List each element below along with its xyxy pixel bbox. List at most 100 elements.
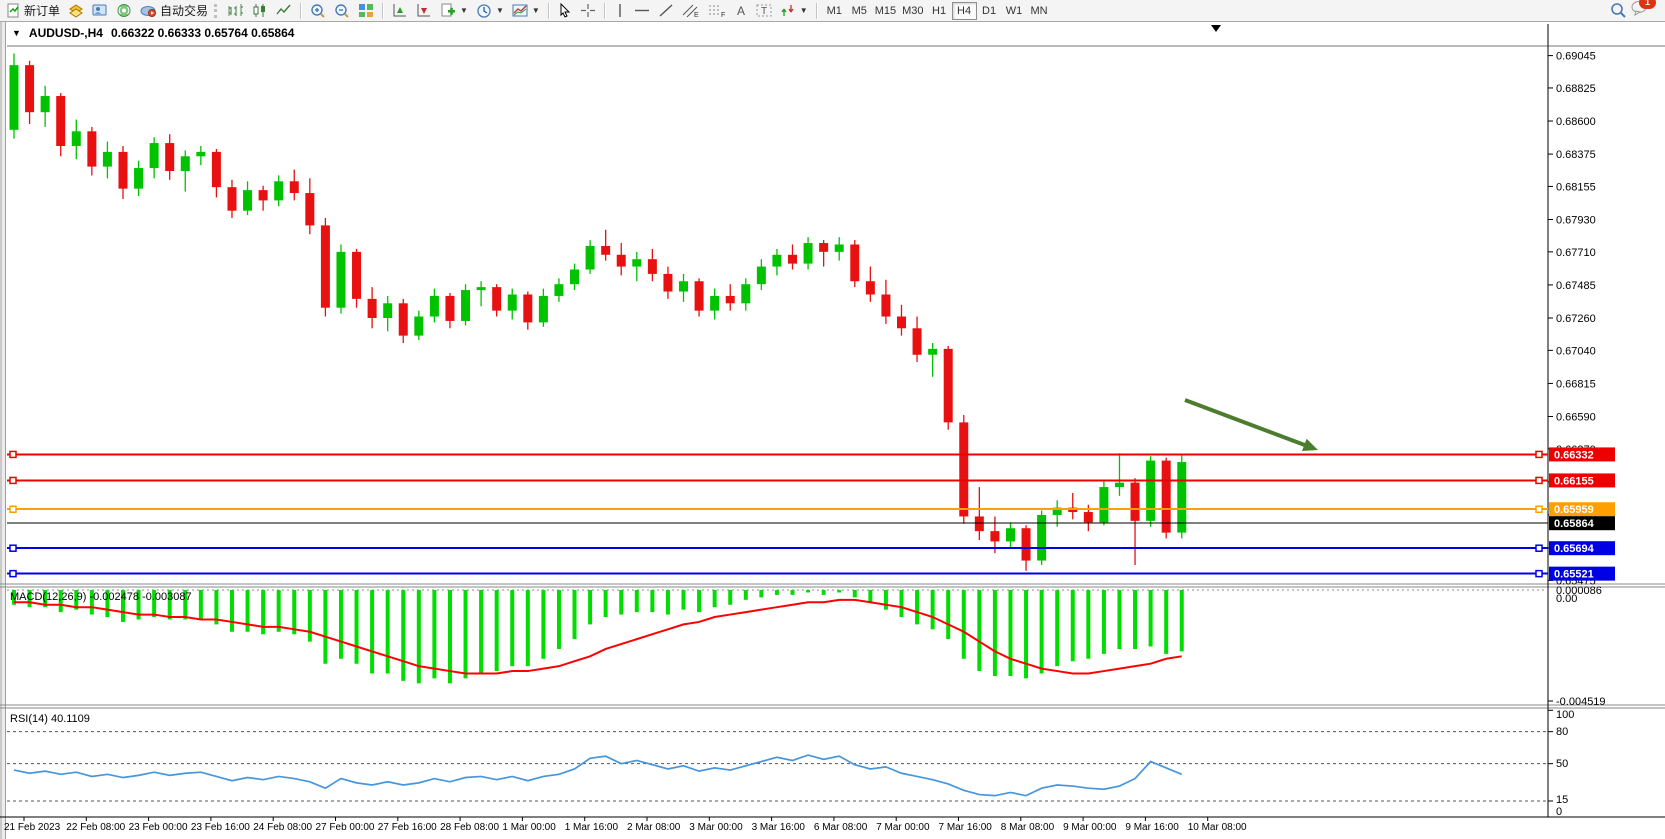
candle-body	[617, 255, 626, 267]
candle-body	[679, 281, 688, 291]
line-handle[interactable]	[10, 545, 16, 551]
signals-button[interactable]	[112, 1, 136, 21]
svg-text:0.00: 0.00	[1556, 593, 1577, 605]
indicator-window-down-button[interactable]	[412, 1, 436, 21]
candle-body	[383, 303, 392, 318]
timeframe-button-h4[interactable]: H4	[952, 2, 977, 20]
timeframe-button-mn[interactable]: MN	[1027, 2, 1052, 20]
price-tick-label: 0.68600	[1556, 116, 1596, 128]
cursor-tool-button[interactable]	[554, 1, 576, 21]
svg-text:0.65864: 0.65864	[1554, 518, 1595, 530]
line-handle[interactable]	[1536, 571, 1542, 577]
arrows-tool-dropdown[interactable]: ▼	[776, 1, 812, 21]
candle-body	[181, 156, 190, 171]
timeframe-button-d1[interactable]: D1	[977, 2, 1002, 20]
chart-candles-button[interactable]	[248, 1, 272, 21]
time-tick-label: 3 Mar 16:00	[752, 822, 806, 833]
search-icon[interactable]	[1606, 1, 1631, 21]
candle-body	[772, 255, 781, 267]
candle-body	[290, 181, 299, 193]
candle-body	[1146, 461, 1155, 521]
line-handle[interactable]	[1536, 545, 1542, 551]
candle-body	[305, 193, 314, 225]
timeframe-button-w1[interactable]: W1	[1002, 2, 1027, 20]
candle-body	[165, 143, 174, 171]
text-label-tool[interactable]: T	[752, 1, 776, 21]
vertical-line-tool[interactable]	[610, 1, 630, 21]
price-level-line[interactable]: 0.65521	[7, 567, 1615, 581]
line-handle[interactable]	[1536, 451, 1542, 457]
candle-body	[1084, 512, 1093, 522]
line-handle[interactable]	[10, 477, 16, 483]
templates-dropdown[interactable]: ▼	[508, 1, 544, 21]
chart-shift-marker[interactable]	[1211, 25, 1221, 32]
rsi-tick-label: 80	[1556, 726, 1568, 738]
timeframe-button-m1[interactable]: M1	[822, 2, 847, 20]
equidistant-channel-tool[interactable]: E	[678, 1, 704, 21]
market-watch-button[interactable]	[88, 1, 112, 21]
time-tick-label: 3 Mar 00:00	[689, 822, 743, 833]
price-level-line[interactable]: 0.66155	[7, 473, 1615, 487]
toolbar-grip	[214, 4, 220, 18]
time-axis[interactable]: 21 Feb 202322 Feb 08:0023 Feb 00:0023 Fe…	[0, 817, 1665, 833]
svg-text:0.65694: 0.65694	[1554, 543, 1595, 555]
line-handle[interactable]	[10, 571, 16, 577]
time-tick-label: 24 Feb 08:00	[253, 822, 312, 833]
splitter-macd[interactable]	[0, 584, 1665, 587]
line-handle[interactable]	[10, 451, 16, 457]
notification-badge: 1	[1639, 0, 1656, 9]
trend-arrow-annotation[interactable]	[1185, 400, 1318, 451]
time-tick-label: 9 Mar 16:00	[1125, 822, 1179, 833]
svg-text:T: T	[761, 6, 767, 17]
timeframe-button-h1[interactable]: H1	[927, 2, 952, 20]
macd-label: MACD(12,26,9) -0.002478 -0.003087	[10, 591, 192, 603]
text-tool[interactable]: A	[730, 1, 752, 21]
periods-dropdown[interactable]: ▼	[472, 1, 508, 21]
svg-text:F: F	[721, 12, 725, 18]
notifications-button[interactable]: 1	[1631, 0, 1649, 21]
new-order-button[interactable]: 新订单	[2, 1, 64, 21]
timeframe-button-m15[interactable]: M15	[872, 2, 899, 20]
line-handle[interactable]	[1536, 477, 1542, 483]
price-level-line[interactable]: 0.66332	[7, 447, 1615, 461]
candle-body	[601, 246, 610, 255]
line-handle[interactable]	[1536, 506, 1542, 512]
price-tick-label: 0.66815	[1556, 378, 1596, 390]
fibonacci-tool[interactable]: F	[704, 1, 730, 21]
chart-dropdown-icon[interactable]: ▼	[12, 28, 21, 38]
price-tick-label: 0.68155	[1556, 181, 1596, 193]
chart-canvas[interactable]: 0.690450.688250.686000.683750.681550.679…	[0, 22, 1665, 839]
splitter-rsi[interactable]	[0, 705, 1665, 708]
price-tick-label: 0.67710	[1556, 247, 1596, 259]
candle-body	[477, 287, 486, 290]
add-indicator-dropdown[interactable]: ▼	[436, 1, 472, 21]
horizontal-line-tool[interactable]	[630, 1, 654, 21]
zoom-out-button[interactable]	[330, 1, 354, 21]
price-tick-label: 0.68825	[1556, 83, 1596, 95]
price-level-line[interactable]: 0.65694	[7, 541, 1615, 555]
indicator-window-up-button[interactable]	[388, 1, 412, 21]
candle-body	[10, 65, 19, 130]
time-tick-label: 9 Mar 00:00	[1063, 822, 1117, 833]
trendline-tool[interactable]	[654, 1, 678, 21]
candle-body	[1006, 528, 1015, 541]
crosshair-tool-button[interactable]	[576, 1, 600, 21]
candle-body	[274, 181, 283, 200]
time-tick-label: 28 Feb 08:00	[440, 822, 499, 833]
zoom-in-button[interactable]	[306, 1, 330, 21]
svg-text:0.66332: 0.66332	[1554, 449, 1594, 461]
autotrading-button[interactable]: 自动交易	[136, 1, 212, 21]
line-handle[interactable]	[10, 506, 16, 512]
chart-bars-button[interactable]	[224, 1, 248, 21]
candle-body	[539, 296, 548, 322]
chart-line-button[interactable]	[272, 1, 296, 21]
timeframe-button-m30[interactable]: M30	[899, 2, 926, 20]
favorites-button[interactable]	[64, 1, 88, 21]
current-price-line[interactable]: 0.65864	[7, 516, 1615, 530]
rsi-tick-label: 50	[1556, 758, 1568, 770]
price-level-line[interactable]: 0.65959	[7, 502, 1615, 516]
timeframe-button-m5[interactable]: M5	[847, 2, 872, 20]
candle-body	[757, 267, 766, 285]
chart-symbol-label: AUDUSD-,H4	[29, 26, 103, 40]
tile-windows-button[interactable]	[354, 1, 378, 21]
